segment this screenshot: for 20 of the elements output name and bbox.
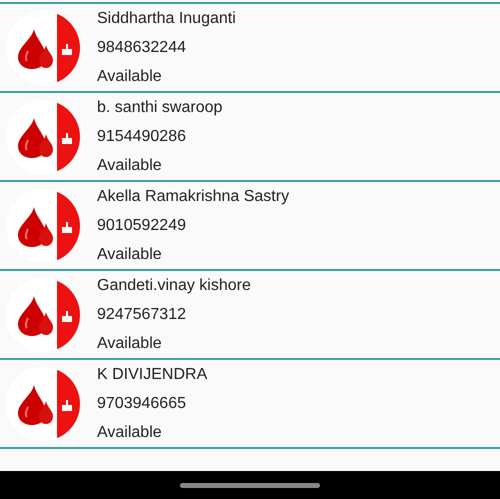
donor-name: Siddhartha Inuganti (97, 9, 236, 29)
donor-row[interactable]: Akella Ramakrishna Sastry 9010592249 Available (0, 182, 500, 271)
availability-status: Available (97, 67, 163, 87)
donor-row[interactable]: b. santhi swaroop 9154490286 Available (0, 93, 500, 182)
donor-row[interactable]: K DIVIJENDRA 9703946665 Available (0, 360, 500, 449)
availability-status: Available (97, 245, 163, 265)
donor-name: K DIVIJENDRA (97, 365, 208, 385)
phone-number: 9010592249 (97, 216, 187, 236)
donor-name: Akella Ramakrishna Sastry (97, 187, 290, 207)
phone-number: 9154490286 (97, 127, 187, 147)
home-handle[interactable] (180, 482, 320, 488)
phone-number: 9703946665 (97, 394, 187, 414)
phone-number: 9848632244 (97, 38, 187, 58)
availability-status: Available (97, 156, 163, 176)
donor-row[interactable]: Gandeti.vinay kishore 9247567312 Available (0, 271, 500, 360)
availability-status: Available (97, 423, 163, 443)
phone-number: 9247567312 (97, 305, 187, 325)
donor-name: Gandeti.vinay kishore (97, 276, 251, 296)
availability-status: Available (97, 334, 163, 354)
donor-name: b. santhi swaroop (97, 98, 222, 118)
